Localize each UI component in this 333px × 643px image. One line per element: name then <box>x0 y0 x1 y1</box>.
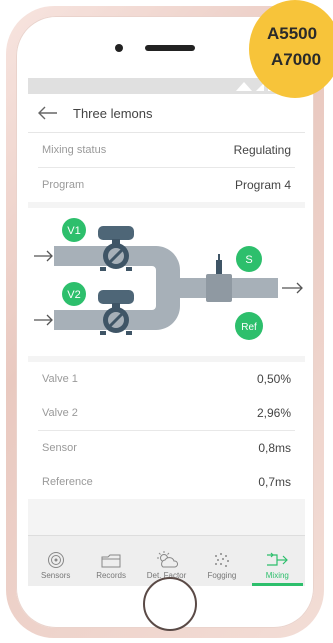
badge-line-2: A7000 <box>271 50 322 69</box>
valve-1-row: Valve 1 0,50% <box>28 362 305 396</box>
row-label: Reference <box>42 476 93 488</box>
front-camera <box>115 44 123 52</box>
arrow-left-icon <box>38 106 57 120</box>
status-card: Mixing status Regulating Program Program… <box>28 133 305 202</box>
row-label: Sensor <box>42 442 77 454</box>
app-screen: Three lemons Mixing status Regulating Pr… <box>28 78 305 586</box>
row-value: 2,96% <box>256 406 291 420</box>
sensor-row: Sensor 0,8ms <box>28 431 305 465</box>
inlet-arrow-icon <box>34 250 53 326</box>
row-value: 0,50% <box>256 372 291 386</box>
home-button[interactable] <box>143 577 197 631</box>
tab-sensors[interactable]: Sensors <box>28 536 83 586</box>
outlet-arrow-icon <box>282 282 303 294</box>
app-header: Three lemons <box>28 94 305 133</box>
fog-icon <box>214 553 229 567</box>
program-row[interactable]: Program Program 4 <box>28 168 305 202</box>
tab-label: Mixing <box>265 571 289 580</box>
earpiece-speaker <box>145 45 195 51</box>
valve-2-row: Valve 2 2,96% <box>28 396 305 430</box>
tab-mixing[interactable]: Mixing <box>250 536 305 586</box>
tab-label: Sensors <box>41 571 71 580</box>
row-label: Valve 1 <box>42 373 78 385</box>
badge-line-1: A5500 <box>267 24 318 43</box>
row-label: Mixing status <box>42 144 107 156</box>
tab-label: Records <box>96 571 126 580</box>
v2-label: V2 <box>67 289 80 301</box>
mixing-icon <box>267 552 289 566</box>
pipe-schematic: V1 V2 S Ref <box>34 218 303 340</box>
weather-icon <box>156 551 178 568</box>
row-value: 0,8ms <box>258 441 291 455</box>
model-badge: A5500 A7000 <box>249 0 333 98</box>
tab-fogging[interactable]: Fogging <box>194 536 249 586</box>
wifi-icon <box>236 82 252 91</box>
row-value: Regulating <box>233 143 291 157</box>
s-label: S <box>245 254 252 266</box>
sensor-probe-icon <box>216 254 222 274</box>
tab-label: Fogging <box>207 571 237 580</box>
row-value: 0,7ms <box>258 475 291 489</box>
row-value: Program 4 <box>234 178 291 192</box>
mixing-status-row: Mixing status Regulating <box>28 133 305 167</box>
row-label: Program <box>42 179 85 191</box>
row-label: Valve 2 <box>42 407 78 419</box>
target-icon <box>47 552 64 568</box>
folder-icon <box>101 554 121 568</box>
reference-row: Reference 0,7ms <box>28 465 305 499</box>
tab-records[interactable]: Records <box>83 536 138 586</box>
v1-label: V1 <box>67 225 80 237</box>
readings-card: Valve 1 0,50% Valve 2 2,96% Sensor 0,8ms… <box>28 362 305 499</box>
back-button[interactable] <box>38 106 58 120</box>
mixing-diagram: V1 V2 S Ref <box>28 208 305 356</box>
page-title: Three lemons <box>73 105 153 121</box>
ref-label: Ref <box>241 322 257 333</box>
